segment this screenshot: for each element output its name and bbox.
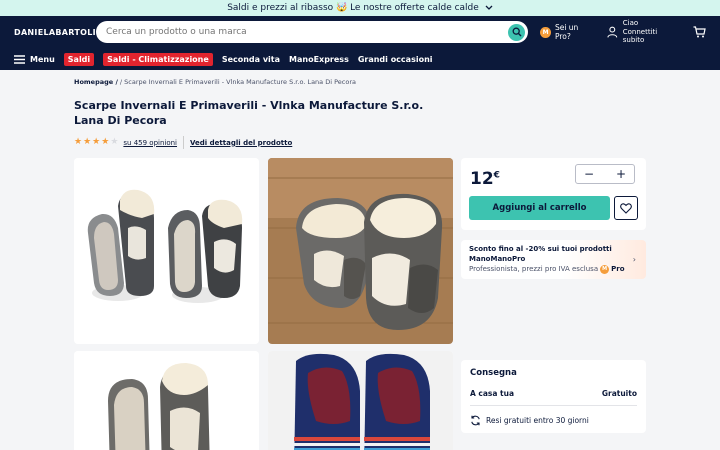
slipper-closeup-image (268, 158, 453, 344)
nav-item-saldi-climatizzazione[interactable]: Saldi - Climatizzazione (103, 52, 213, 66)
user-icon (607, 26, 618, 38)
pro-link-label: Sei un Pro? (554, 23, 579, 41)
promo-text: Saldi e prezzi al ribasso 🤯 Le nostre of… (227, 3, 479, 13)
chevron-down-icon (485, 5, 493, 10)
pro-offer-subtitle: Professionista, prezzi pro IVA esclusa (469, 264, 599, 273)
price-amount: 12 (470, 169, 494, 189)
product-price: 12€ (470, 169, 500, 189)
chevron-right-icon: › (632, 255, 636, 264)
account-connect: Connettiti subito (622, 27, 658, 45)
star-icon: ★ (74, 137, 83, 147)
pro-offer-banner[interactable]: Sconto fino al -20% sui tuoi prodotti Ma… (461, 240, 646, 279)
cart-button[interactable] (693, 26, 706, 38)
main-nav: Menu Saldi Saldi - Climatizzazione Secon… (0, 48, 720, 70)
refresh-icon (471, 415, 480, 426)
breadcrumb-current: / Scarpe Invernali E Primaverili - Vlnka… (117, 78, 356, 86)
product-image-1[interactable] (74, 158, 259, 344)
product-image-2[interactable] (268, 158, 453, 344)
product-rating: ★ ★ ★ ★ ★ su 459 opinioni Vedi dettagli del … (74, 136, 292, 149)
returns-info: Resi gratuiti entro 30 giorni (470, 415, 637, 426)
rating-divider (183, 136, 185, 149)
menu-label: Menu (30, 54, 55, 64)
pro-badge-label: Pro (611, 264, 625, 273)
account-greeting: Ciao (622, 18, 639, 27)
price-currency: € (493, 170, 500, 181)
star-icon: ★ (83, 137, 92, 147)
star-icon: ★ (110, 137, 119, 147)
quantity-minus-button[interactable]: − (584, 167, 594, 181)
search-input[interactable] (106, 27, 509, 37)
reviews-link[interactable]: su 459 opinioni (123, 139, 177, 147)
slipper-partial-image (74, 351, 259, 450)
site-logo[interactable]: DANIELABARTOLI.IT (14, 28, 108, 37)
heart-icon (620, 202, 632, 214)
home-delivery-row: A casa tua Gratuito (470, 389, 637, 398)
star-icon: ★ (101, 137, 110, 147)
pro-link[interactable]: M Sei un Pro? (540, 23, 595, 41)
nav-item-seconda-vita[interactable]: Seconda vita (222, 55, 280, 64)
product-details-link[interactable]: Vedi dettagli del prodotto (190, 139, 292, 147)
product-title: Scarpe Invernali E Primaverili - Vlnka M… (74, 99, 424, 128)
patterned-slipper-image (268, 351, 453, 450)
menu-button[interactable]: Menu (14, 55, 55, 64)
slipper-pair-image (74, 158, 259, 344)
cart-icon (693, 26, 706, 38)
delivery-divider (470, 405, 637, 406)
wishlist-button[interactable] (614, 196, 638, 220)
nav-item-saldi[interactable]: Saldi (63, 52, 95, 66)
pro-offer-title: Sconto fino al -20% sui tuoi prodotti Ma… (469, 245, 612, 263)
site-header: DANIELABARTOLI.IT M Sei un Pro? Ciao Con… (0, 16, 720, 48)
nav-item-manoexpress[interactable]: ManoExpress (289, 55, 349, 64)
account-link[interactable]: Ciao Connettiti subito (607, 19, 679, 45)
quantity-stepper[interactable]: − + (575, 164, 635, 184)
add-to-cart-button[interactable]: Aggiungi al carrello (469, 196, 610, 220)
hamburger-icon (14, 54, 25, 64)
pro-badge-icon: M (600, 264, 610, 274)
star-icon: ★ (92, 137, 101, 147)
search-icon (512, 27, 522, 37)
nav-item-grandi-occasioni[interactable]: Grandi occasioni (358, 55, 433, 64)
buy-box: 12€ − + Aggiungi al carrello (461, 158, 646, 230)
search-bar[interactable] (96, 21, 529, 43)
product-image-3[interactable] (74, 351, 259, 450)
breadcrumb: Homepage / / Scarpe Invernali E Primaver… (74, 78, 356, 86)
home-delivery-price: Gratuito (601, 389, 637, 398)
search-button[interactable] (508, 23, 526, 41)
promo-banner[interactable]: Saldi e prezzi al ribasso 🤯 Le nostre of… (0, 0, 720, 16)
returns-label: Resi gratuiti entro 30 giorni (486, 416, 589, 425)
pro-badge-icon: M (540, 26, 551, 38)
delivery-title: Consegna (470, 368, 517, 378)
quantity-plus-button[interactable]: + (616, 167, 626, 181)
rating-stars: ★ ★ ★ ★ ★ (74, 138, 118, 147)
product-image-4[interactable] (268, 351, 453, 450)
breadcrumb-home[interactable]: Homepage / (74, 78, 118, 86)
home-delivery-label: A casa tua (470, 389, 515, 398)
delivery-box: Consegna A casa tua Gratuito Resi gratui… (461, 360, 646, 433)
product-page: Homepage / / Scarpe Invernali E Primaver… (0, 70, 720, 450)
